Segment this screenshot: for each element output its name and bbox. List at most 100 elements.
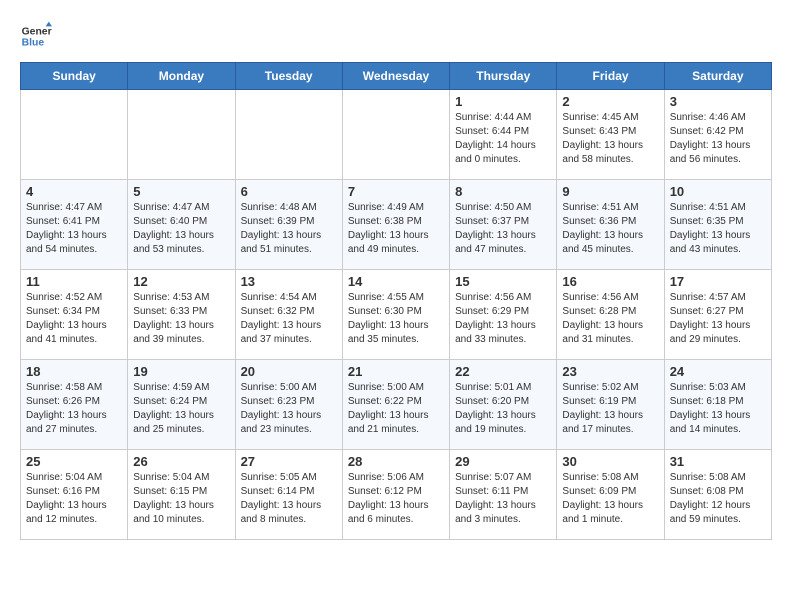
- day-info: Sunrise: 4:44 AM Sunset: 6:44 PM Dayligh…: [455, 111, 551, 167]
- day-info: Sunrise: 4:49 AM Sunset: 6:38 PM Dayligh…: [348, 201, 444, 257]
- day-number: 20: [241, 364, 337, 379]
- table-cell: 14Sunrise: 4:55 AM Sunset: 6:30 PM Dayli…: [342, 270, 449, 360]
- day-number: 2: [562, 94, 658, 109]
- day-info: Sunrise: 5:07 AM Sunset: 6:11 PM Dayligh…: [455, 471, 551, 527]
- day-number: 26: [133, 454, 229, 469]
- table-cell: 22Sunrise: 5:01 AM Sunset: 6:20 PM Dayli…: [450, 360, 557, 450]
- weekday-header-friday: Friday: [557, 63, 664, 90]
- calendar-table: SundayMondayTuesdayWednesdayThursdayFrid…: [20, 62, 772, 540]
- table-cell: 24Sunrise: 5:03 AM Sunset: 6:18 PM Dayli…: [664, 360, 771, 450]
- table-cell: 16Sunrise: 4:56 AM Sunset: 6:28 PM Dayli…: [557, 270, 664, 360]
- day-number: 7: [348, 184, 444, 199]
- table-cell: 1 Sunrise: 4:44 AM Sunset: 6:44 PM Daylig…: [450, 90, 557, 180]
- day-info: Sunrise: 5:06 AM Sunset: 6:12 PM Dayligh…: [348, 471, 444, 527]
- day-info: Sunrise: 4:48 AM Sunset: 6:39 PM Dayligh…: [241, 201, 337, 257]
- table-cell: 26 Sunrise: 5:04 AM Sunset: 6:15 PM Dayli…: [128, 450, 235, 540]
- day-number: 27: [241, 454, 337, 469]
- day-number: 24: [670, 364, 766, 379]
- day-number: 9: [562, 184, 658, 199]
- table-cell: 20Sunrise: 5:00 AM Sunset: 6:23 PM Dayli…: [235, 360, 342, 450]
- svg-text:Blue: Blue: [22, 38, 45, 49]
- day-info: Sunrise: 5:08 AM Sunset: 6:08 PM Dayligh…: [670, 471, 766, 527]
- table-cell: 8 Sunrise: 4:50 AM Sunset: 6:37 PM Daylig…: [450, 180, 557, 270]
- table-cell: 6 Sunrise: 4:48 AM Sunset: 6:39 PM Daylig…: [235, 180, 342, 270]
- table-cell: [21, 90, 128, 180]
- day-number: 28: [348, 454, 444, 469]
- day-info: Sunrise: 4:47 AM Sunset: 6:40 PM Dayligh…: [133, 201, 229, 257]
- table-cell: 11 Sunrise: 4:52 AM Sunset: 6:34 PM Dayli…: [21, 270, 128, 360]
- day-info: Sunrise: 4:55 AM Sunset: 6:30 PM Dayligh…: [348, 291, 444, 347]
- week-row-1: 1 Sunrise: 4:44 AM Sunset: 6:44 PM Daylig…: [21, 90, 772, 180]
- day-number: 4: [26, 184, 122, 199]
- table-cell: 30Sunrise: 5:08 AM Sunset: 6:09 PM Dayli…: [557, 450, 664, 540]
- day-number: 6: [241, 184, 337, 199]
- day-number: 12: [133, 274, 229, 289]
- day-info: Sunrise: 5:04 AM Sunset: 6:15 PM Dayligh…: [133, 471, 229, 527]
- weekday-header-tuesday: Tuesday: [235, 63, 342, 90]
- day-number: 29: [455, 454, 551, 469]
- table-cell: 7 Sunrise: 4:49 AM Sunset: 6:38 PM Daylig…: [342, 180, 449, 270]
- day-number: 18: [26, 364, 122, 379]
- week-row-5: 25Sunrise: 5:04 AM Sunset: 6:16 PM Dayli…: [21, 450, 772, 540]
- table-cell: [128, 90, 235, 180]
- day-info: Sunrise: 4:59 AM Sunset: 6:24 PM Dayligh…: [133, 381, 229, 437]
- table-cell: 9 Sunrise: 4:51 AM Sunset: 6:36 PM Daylig…: [557, 180, 664, 270]
- table-cell: 31 Sunrise: 5:08 AM Sunset: 6:08 PM Dayli…: [664, 450, 771, 540]
- day-info: Sunrise: 4:56 AM Sunset: 6:28 PM Dayligh…: [562, 291, 658, 347]
- day-info: Sunrise: 4:54 AM Sunset: 6:32 PM Dayligh…: [241, 291, 337, 347]
- table-cell: 25Sunrise: 5:04 AM Sunset: 6:16 PM Dayli…: [21, 450, 128, 540]
- logo: General Blue: [20, 20, 52, 52]
- day-number: 23: [562, 364, 658, 379]
- day-info: Sunrise: 4:51 AM Sunset: 6:36 PM Dayligh…: [562, 201, 658, 257]
- day-number: 11: [26, 274, 122, 289]
- day-info: Sunrise: 4:56 AM Sunset: 6:29 PM Dayligh…: [455, 291, 551, 347]
- weekday-header-saturday: Saturday: [664, 63, 771, 90]
- day-info: Sunrise: 5:05 AM Sunset: 6:14 PM Dayligh…: [241, 471, 337, 527]
- page-header: General Blue: [20, 20, 772, 52]
- table-cell: 12 Sunrise: 4:53 AM Sunset: 6:33 PM Dayli…: [128, 270, 235, 360]
- table-cell: 3Sunrise: 4:46 AM Sunset: 6:42 PM Daylig…: [664, 90, 771, 180]
- day-number: 22: [455, 364, 551, 379]
- day-number: 25: [26, 454, 122, 469]
- day-number: 19: [133, 364, 229, 379]
- table-cell: 19 Sunrise: 4:59 AM Sunset: 6:24 PM Dayli…: [128, 360, 235, 450]
- table-cell: 4 Sunrise: 4:47 AM Sunset: 6:41 PM Daylig…: [21, 180, 128, 270]
- weekday-header-monday: Monday: [128, 63, 235, 90]
- week-row-4: 18Sunrise: 4:58 AM Sunset: 6:26 PM Dayli…: [21, 360, 772, 450]
- table-cell: 13 Sunrise: 4:54 AM Sunset: 6:32 PM Dayli…: [235, 270, 342, 360]
- day-number: 31: [670, 454, 766, 469]
- day-info: Sunrise: 4:53 AM Sunset: 6:33 PM Dayligh…: [133, 291, 229, 347]
- table-cell: 5 Sunrise: 4:47 AM Sunset: 6:40 PM Daylig…: [128, 180, 235, 270]
- table-cell: 15 Sunrise: 4:56 AM Sunset: 6:29 PM Dayli…: [450, 270, 557, 360]
- weekday-header-row: SundayMondayTuesdayWednesdayThursdayFrid…: [21, 63, 772, 90]
- table-cell: 17 Sunrise: 4:57 AM Sunset: 6:27 PM Dayli…: [664, 270, 771, 360]
- day-number: 13: [241, 274, 337, 289]
- week-row-3: 11 Sunrise: 4:52 AM Sunset: 6:34 PM Dayli…: [21, 270, 772, 360]
- day-number: 15: [455, 274, 551, 289]
- day-number: 5: [133, 184, 229, 199]
- day-info: Sunrise: 4:52 AM Sunset: 6:34 PM Dayligh…: [26, 291, 122, 347]
- day-info: Sunrise: 5:00 AM Sunset: 6:22 PM Dayligh…: [348, 381, 444, 437]
- table-cell: [342, 90, 449, 180]
- day-info: Sunrise: 4:50 AM Sunset: 6:37 PM Dayligh…: [455, 201, 551, 257]
- weekday-header-sunday: Sunday: [21, 63, 128, 90]
- table-cell: 29 Sunrise: 5:07 AM Sunset: 6:11 PM Dayli…: [450, 450, 557, 540]
- day-info: Sunrise: 5:08 AM Sunset: 6:09 PM Dayligh…: [562, 471, 658, 527]
- table-cell: 28 Sunrise: 5:06 AM Sunset: 6:12 PM Dayli…: [342, 450, 449, 540]
- table-cell: 2Sunrise: 4:45 AM Sunset: 6:43 PM Daylig…: [557, 90, 664, 180]
- day-info: Sunrise: 4:57 AM Sunset: 6:27 PM Dayligh…: [670, 291, 766, 347]
- day-number: 17: [670, 274, 766, 289]
- table-cell: 23 Sunrise: 5:02 AM Sunset: 6:19 PM Dayli…: [557, 360, 664, 450]
- weekday-header-thursday: Thursday: [450, 63, 557, 90]
- day-number: 8: [455, 184, 551, 199]
- table-cell: 27 Sunrise: 5:05 AM Sunset: 6:14 PM Dayli…: [235, 450, 342, 540]
- week-row-2: 4 Sunrise: 4:47 AM Sunset: 6:41 PM Daylig…: [21, 180, 772, 270]
- day-info: Sunrise: 5:02 AM Sunset: 6:19 PM Dayligh…: [562, 381, 658, 437]
- day-number: 21: [348, 364, 444, 379]
- logo-icon: General Blue: [20, 20, 52, 52]
- day-number: 1: [455, 94, 551, 109]
- day-info: Sunrise: 4:46 AM Sunset: 6:42 PM Dayligh…: [670, 111, 766, 167]
- table-cell: 10Sunrise: 4:51 AM Sunset: 6:35 PM Dayli…: [664, 180, 771, 270]
- day-info: Sunrise: 4:47 AM Sunset: 6:41 PM Dayligh…: [26, 201, 122, 257]
- weekday-header-wednesday: Wednesday: [342, 63, 449, 90]
